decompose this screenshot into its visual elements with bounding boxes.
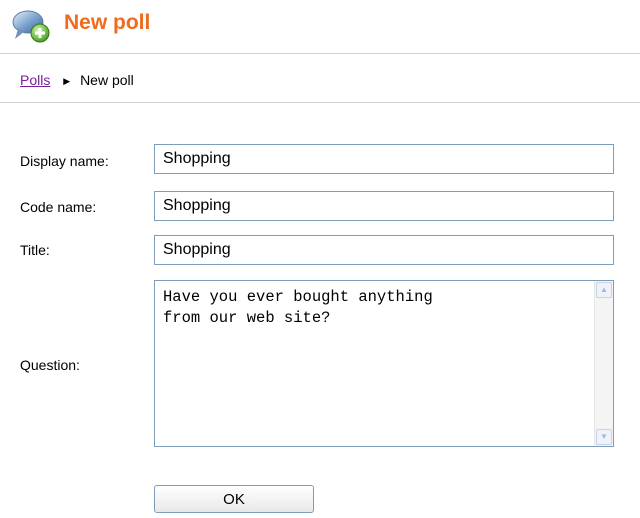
header-divider	[0, 53, 640, 54]
triangle-right-icon: ▶	[63, 76, 71, 86]
breadcrumb-divider	[0, 102, 640, 103]
title-field[interactable]	[154, 235, 614, 265]
code-name-field[interactable]	[154, 191, 614, 221]
scroll-down-icon[interactable]: ▼	[596, 429, 612, 445]
breadcrumb: Polls ▶ New poll	[20, 71, 134, 90]
scroll-up-icon[interactable]: ▲	[596, 282, 612, 298]
poll-add-icon	[12, 10, 50, 43]
question-field-container: Have you ever bought anything from our w…	[154, 280, 614, 447]
question-label: Question:	[20, 357, 80, 373]
page-header: New poll	[0, 0, 640, 54]
display-name-label: Display name:	[20, 153, 109, 169]
display-name-field[interactable]	[154, 144, 614, 174]
question-field[interactable]: Have you ever bought anything from our w…	[155, 281, 595, 446]
breadcrumb-polls-link[interactable]: Polls	[20, 72, 50, 88]
title-label: Title:	[20, 242, 50, 258]
ok-button[interactable]: OK	[154, 485, 314, 513]
breadcrumb-current: New poll	[80, 72, 134, 88]
page-title: New poll	[64, 11, 151, 34]
code-name-label: Code name:	[20, 199, 97, 215]
question-scrollbar[interactable]: ▲ ▼	[594, 281, 613, 446]
